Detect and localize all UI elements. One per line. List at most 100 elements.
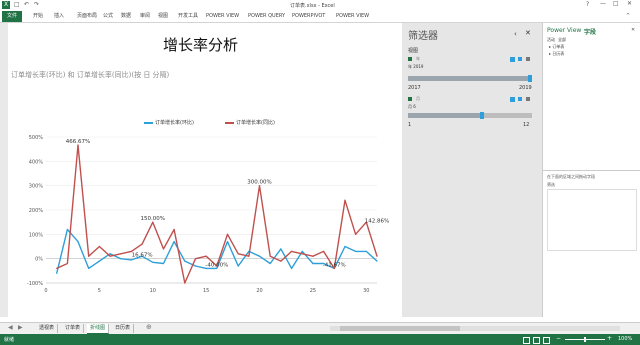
- add-sheet-icon[interactable]: ⊕: [146, 323, 152, 331]
- horizontal-scrollbar-thumb[interactable]: [340, 326, 460, 331]
- data-point-yoy: [237, 253, 239, 255]
- sheet-tab-linechart[interactable]: 折线图: [87, 324, 110, 334]
- save-icon[interactable]: □: [14, 1, 20, 8]
- filters-close-icon[interactable]: ✕: [525, 29, 531, 37]
- data-point-yoy: [109, 255, 111, 257]
- tab-active-fields[interactable]: 活动: [547, 37, 555, 43]
- data-point-yoy: [184, 282, 186, 284]
- x-tick-label: 25: [310, 288, 316, 294]
- tab-data[interactable]: 数据: [121, 11, 131, 22]
- horizontal-scrollbar[interactable]: [330, 326, 620, 331]
- sheet-tab-bar: ◀ ▶ 透视表 订单表 折线图 日历表 ⊕: [0, 322, 640, 334]
- data-point-yoy: [141, 243, 143, 245]
- filter-month-clear-icon[interactable]: [510, 97, 515, 102]
- zoom-slider-thumb[interactable]: [584, 337, 586, 342]
- normal-view-icon[interactable]: [523, 337, 530, 344]
- tab-insert[interactable]: 插入: [54, 11, 64, 22]
- filter-year-handle[interactable]: [528, 75, 532, 82]
- data-point-yoy: [280, 260, 282, 262]
- filter-month-eraser-icon[interactable]: [518, 97, 522, 101]
- filter-pin-icon-2[interactable]: [408, 97, 412, 101]
- help-icon[interactable]: ?: [586, 1, 589, 8]
- drop-area-filters[interactable]: [547, 189, 637, 251]
- filter-year-label: 年: [416, 56, 420, 61]
- sheet-tab-pivot[interactable]: 透视表: [36, 324, 59, 333]
- filter-month-min: 1: [408, 122, 412, 128]
- filter-year-delete-icon[interactable]: [526, 57, 530, 61]
- field-list-close-icon[interactable]: ✕: [631, 27, 635, 33]
- scroll-right-icon[interactable]: ▶: [18, 324, 23, 331]
- page-break-icon[interactable]: [543, 337, 550, 344]
- redo-icon[interactable]: ↷: [34, 1, 39, 8]
- filters-section-view[interactable]: 视图: [408, 47, 418, 54]
- filter-pin-icon-1[interactable]: [408, 57, 412, 61]
- field-table-calendar[interactable]: ▸ 日历表: [549, 51, 564, 57]
- filter-month-max: 12: [523, 122, 530, 128]
- data-point-mom: [194, 265, 197, 267]
- page-layout-icon[interactable]: [533, 337, 540, 344]
- tab-powerpivot[interactable]: POWERPIVOT: [292, 11, 325, 22]
- status-ready: 就绪: [4, 337, 15, 343]
- maximize-icon[interactable]: □: [613, 0, 619, 7]
- filter-month-handle[interactable]: [480, 112, 485, 119]
- minimize-icon[interactable]: —: [600, 0, 606, 7]
- report-canvas: 增长率分析 订单增长率(环比) 和 订单增长率(同比)(按 日 分隔) 订单增长…: [8, 23, 397, 317]
- tab-review[interactable]: 审阅: [140, 11, 150, 22]
- data-point-yoy: [301, 253, 303, 255]
- zoom-out-icon[interactable]: −: [556, 335, 561, 342]
- filter-month-slider[interactable]: [408, 112, 532, 119]
- filter-year-clear-icon[interactable]: [510, 57, 515, 62]
- tab-power-view[interactable]: POWER VIEW: [206, 11, 239, 22]
- data-label: 466.67%: [66, 139, 90, 145]
- data-point-yoy: [173, 228, 175, 231]
- scroll-left-icon[interactable]: ◀: [8, 324, 13, 331]
- collapse-ribbon-icon[interactable]: ^: [626, 13, 630, 19]
- canvas-margin: [0, 23, 8, 317]
- chart-title: 订单增长率(环比) 和 订单增长率(同比)(按 日 分隔): [11, 71, 170, 79]
- excel-logo-icon: X: [2, 1, 10, 9]
- data-point-mom: [77, 241, 79, 243]
- data-point-yoy: [248, 255, 250, 257]
- x-tick-label: 20: [256, 288, 262, 294]
- window-title: 订单表.xlsx - Excel: [290, 3, 335, 9]
- data-point-mom: [312, 262, 314, 265]
- x-tick-label: 0: [44, 288, 47, 294]
- data-point-yoy: [98, 245, 100, 248]
- filter-month-slider-fill: [408, 113, 483, 118]
- data-point-mom: [376, 260, 378, 262]
- tab-home[interactable]: 开始: [33, 11, 43, 22]
- tab-power-view-2[interactable]: POWER VIEW: [336, 11, 369, 22]
- filter-month-delete-icon[interactable]: [526, 97, 530, 101]
- data-point-yoy: [162, 248, 165, 250]
- data-point-mom: [130, 259, 133, 261]
- line-chart: -100% 0% 100% 200% 300% 400% 500% 0 5 10 15 20 25 30 4…: [27, 135, 389, 294]
- tab-developer[interactable]: 开发工具: [178, 11, 198, 22]
- data-point-mom: [98, 260, 100, 262]
- zoom-level[interactable]: 100%: [618, 336, 632, 342]
- data-point-mom: [120, 258, 122, 260]
- undo-icon[interactable]: ↶: [24, 1, 29, 8]
- data-label: -40.00%: [205, 262, 228, 268]
- field-list-splitter[interactable]: [543, 170, 640, 171]
- tab-page-layout[interactable]: 页面布局: [77, 11, 97, 22]
- data-point-mom: [365, 250, 367, 252]
- sheet-tab-orders[interactable]: 订单表: [62, 324, 85, 333]
- tab-formulas[interactable]: 公式: [103, 11, 113, 22]
- filter-year-eraser-icon[interactable]: [518, 57, 522, 61]
- filter-year-slider[interactable]: [408, 75, 532, 82]
- tab-file[interactable]: 文件: [2, 11, 22, 22]
- zoom-slider[interactable]: [565, 337, 605, 342]
- zoom-in-icon[interactable]: +: [607, 335, 612, 342]
- sheet-tab-calendar[interactable]: 日历表: [112, 324, 135, 333]
- y-tick-label: 100%: [29, 232, 44, 238]
- data-point-yoy: [312, 255, 314, 257]
- tab-power-query[interactable]: POWER QUERY: [248, 11, 285, 22]
- close-icon[interactable]: ✕: [627, 0, 632, 7]
- field-table-orders[interactable]: ▸ 订单表: [549, 44, 564, 50]
- field-table-orders-label: 订单表: [552, 44, 565, 49]
- filters-collapse-icon[interactable]: ‹: [514, 30, 517, 38]
- tab-all-fields[interactable]: 全部: [558, 37, 566, 43]
- data-point-mom: [66, 228, 68, 231]
- data-point-mom: [237, 265, 239, 267]
- tab-view[interactable]: 视图: [158, 11, 168, 22]
